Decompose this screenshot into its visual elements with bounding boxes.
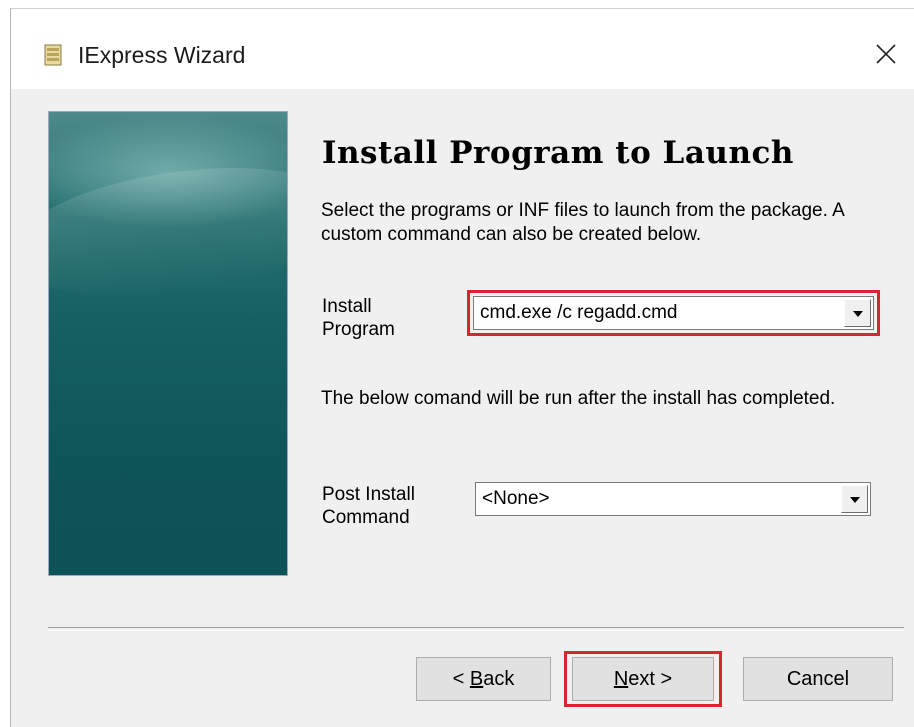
install-program-label-line1: Install [322,296,372,317]
install-program-label-line2: Program [322,319,395,340]
chevron-down-icon [850,497,860,503]
back-button[interactable]: < Back [416,657,551,701]
back-button-label: ack [483,668,515,690]
install-program-dropdown-button[interactable] [844,299,871,327]
install-program-value: cmd.exe /c regadd.cmd [480,302,678,323]
post-install-value: <None> [482,488,550,509]
post-install-note: The below comand will be run after the i… [321,388,836,409]
chevron-down-icon [853,311,863,317]
footer-separator [48,627,904,631]
next-button-label: ext > [628,668,673,690]
cancel-button[interactable]: Cancel [743,657,893,701]
back-button-prefix: < [452,668,470,690]
next-button-accesskey: N [613,668,629,690]
window-title: IExpress Wizard [78,42,246,68]
close-icon[interactable] [868,36,904,72]
next-button[interactable]: Next > [572,657,714,701]
wizard-banner-image [48,111,288,576]
post-install-label-line1: Post Install [322,484,415,505]
post-install-dropdown-button[interactable] [841,485,868,513]
page-title: Install Program to Launch [322,135,794,171]
title-bar: IExpress Wizard [11,9,914,89]
post-install-label: Post Install Command [322,483,415,529]
iexpress-app-icon [44,44,62,66]
install-program-combobox[interactable]: cmd.exe /c regadd.cmd [473,296,874,330]
page-description: Select the programs or INF files to laun… [321,200,844,245]
iexpress-wizard-window: IExpress Wizard Install Program to Launc… [10,8,914,727]
banner-sheen [49,148,287,316]
install-program-label: Install Program [322,295,395,341]
post-install-label-line2: Command [322,507,410,528]
back-button-accesskey: B [469,668,484,690]
post-install-combobox[interactable]: <None> [475,482,871,516]
